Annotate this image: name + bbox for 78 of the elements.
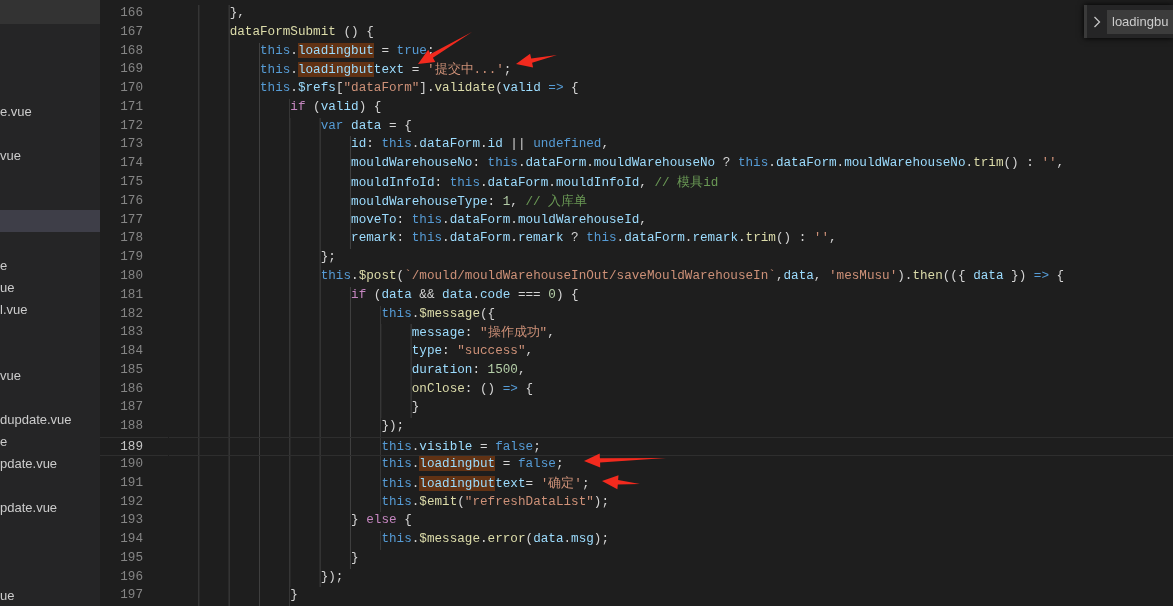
line-number: 177	[119, 211, 144, 229]
code-line: };	[320, 249, 336, 267]
line-number: 169	[119, 61, 144, 79]
line-number: 195	[119, 549, 144, 567]
line-number: 178	[119, 230, 144, 248]
line-number: 188	[119, 418, 144, 436]
code-line: this.loadingbut = false;	[381, 455, 564, 473]
line-number: 168	[119, 42, 144, 60]
line-number: 181	[119, 286, 144, 304]
code-line: onClose: () => {	[411, 380, 534, 398]
code-line: duration: 1500,	[411, 361, 526, 379]
code-line: moveTo: this.dataForm.mouldWarehouseId,	[351, 211, 647, 229]
file-name[interactable]: e.vue	[0, 103, 32, 119]
code-line: remark: this.dataForm.remark ? this.dataForm.remark.trim() : '',	[351, 230, 837, 248]
code-line: });	[320, 568, 344, 586]
line-number: 180	[119, 267, 144, 285]
line-number: 193	[119, 512, 144, 530]
code-line: if (data && data.code === 0) {	[351, 286, 579, 304]
code-line: },	[229, 5, 245, 22]
code-line: this.visible = false;	[381, 437, 541, 455]
code-line: } else {	[351, 512, 412, 530]
line-number: 194	[119, 531, 144, 549]
code-line: if (valid) {	[290, 98, 382, 116]
line-number: 192	[119, 493, 144, 511]
line-number: 175	[119, 174, 144, 192]
code-line: this.loadingbuttext= '确定';	[381, 474, 590, 493]
line-number: 186	[119, 380, 144, 398]
chevron-icon[interactable]	[1093, 15, 1101, 28]
line-number: 184	[119, 343, 144, 361]
code-line: mouldInfoId: this.dataForm.mouldInfoId, // 模具id	[351, 174, 719, 193]
line-number: 196	[119, 568, 144, 586]
file-name[interactable]: e	[0, 433, 8, 449]
code-line: mouldWarehouseType: 1, // 入库单	[351, 192, 588, 211]
annotation-arrow	[602, 475, 640, 490]
code-line: type: "success",	[411, 343, 534, 361]
code-line: id: this.dataForm.id || undefined,	[351, 136, 609, 154]
file-name[interactable]: ue	[0, 279, 15, 295]
code-line: mouldWarehouseNo: this.dataForm.mouldWarehouseNo ? this.dataForm.mouldWarehouseNo.trim() : '',	[351, 155, 1065, 173]
file-name[interactable]: e	[0, 257, 8, 273]
code-line: }	[411, 399, 420, 417]
annotation-arrow	[516, 53, 557, 68]
file-name[interactable]: l.vue	[0, 301, 28, 317]
code-line: this.$post(`/mould/mouldWarehouseInOut/saveMouldWarehouseIn`,data, 'mesMusu').then(({ data }) => {	[320, 267, 1065, 285]
line-number: 187	[119, 399, 144, 417]
line-number: 189	[100, 436, 168, 456]
line-number: 179	[119, 249, 144, 267]
line-number: 176	[119, 192, 144, 210]
line-number: 190	[119, 455, 144, 473]
code-line: this.$message.error(data.msg);	[381, 531, 609, 549]
file-name[interactable]: ue	[0, 587, 15, 603]
line-number: 183	[119, 324, 144, 342]
code-line: dataFormSubmit () {	[229, 23, 374, 41]
line-number: 182	[119, 305, 144, 323]
file-name[interactable]: vue	[0, 147, 21, 163]
line-number: 174	[119, 155, 144, 173]
line-number: 166	[119, 5, 144, 22]
file-name[interactable]: dupdate.vue	[0, 411, 72, 427]
line-number: 170	[119, 80, 144, 98]
code-line: var data = {	[320, 117, 412, 135]
code-line: });	[381, 418, 405, 436]
line-number: 197	[119, 587, 144, 605]
code-line: this.loadingbuttext = '提交中...';	[260, 61, 512, 80]
line-number: 173	[119, 136, 144, 154]
code-line: this.$emit("refreshDataList");	[381, 493, 609, 511]
file-name[interactable]: pdate.vue	[0, 499, 58, 515]
line-number: 167	[119, 23, 144, 41]
line-number: 171	[119, 98, 144, 116]
line-number: 191	[119, 474, 144, 492]
find-input-field[interactable]: loadingbu	[1107, 9, 1173, 34]
code-line: }	[351, 549, 359, 567]
line-number: 185	[119, 361, 144, 379]
line-number: 172	[119, 117, 144, 135]
code-line: this.$message({	[381, 305, 496, 323]
file-name[interactable]: pdate.vue	[0, 455, 58, 471]
code-line: message: "操作成功",	[411, 324, 555, 343]
code-line: }	[290, 587, 298, 605]
code-line: this.$refs["dataForm"].validate(valid => {	[260, 80, 579, 98]
file-name[interactable]: vue	[0, 367, 21, 383]
